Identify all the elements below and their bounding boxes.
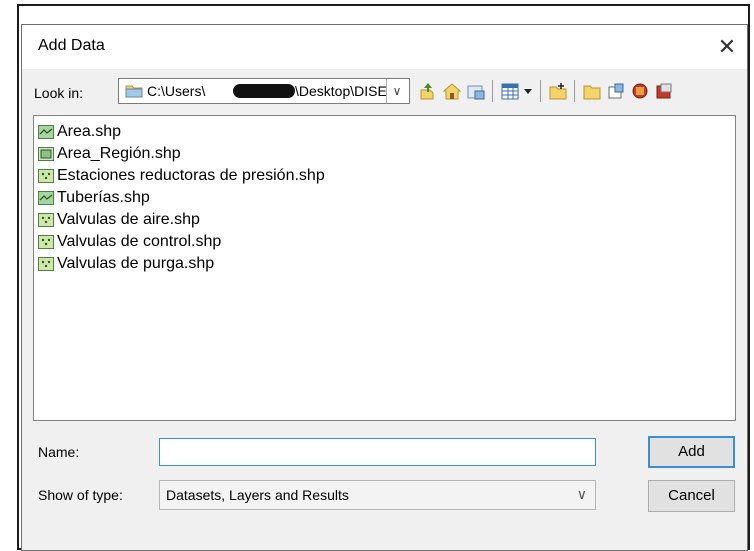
database-icon[interactable]: [606, 81, 626, 101]
redacted-username: [233, 84, 295, 98]
toolbar-separator: [574, 80, 575, 102]
point-shapefile-icon: [38, 213, 54, 227]
look-in-label: Look in:: [34, 85, 84, 101]
go-home-icon[interactable]: [442, 81, 462, 101]
toolbox-icon[interactable]: [630, 81, 650, 101]
chevron-down-icon[interactable]: ∨: [577, 486, 587, 503]
close-icon[interactable]: ✕: [709, 29, 745, 65]
toolbar-separator: [540, 80, 541, 102]
view-menu-icon[interactable]: [500, 81, 520, 101]
file-name: Valvulas de purga.shp: [57, 255, 215, 272]
point-shapefile-icon: [38, 235, 54, 249]
add-button[interactable]: Add: [648, 436, 735, 468]
connect-folder-icon[interactable]: [466, 81, 486, 101]
chevron-down-icon[interactable]: [522, 81, 534, 101]
dialog-title: Add Data: [38, 37, 105, 54]
file-name: Valvulas de aire.shp: [57, 211, 200, 228]
look-in-combo[interactable]: C:\Users\ \Desktop\DISE ∨: [118, 78, 410, 104]
folder-icon[interactable]: [582, 81, 602, 101]
add-data-dialog: Add Data ✕ Look in: C:\Users\ \Desktop\D…: [21, 24, 748, 551]
toolbar-separator: [492, 80, 493, 102]
file-name: Area_Región.shp: [57, 145, 181, 162]
file-name: Estaciones reductoras de presión.shp: [57, 167, 325, 184]
show-of-type-select[interactable]: Datasets, Layers and Results ∨: [159, 480, 596, 510]
polyline-shapefile-icon: [38, 125, 54, 139]
path-prefix: C:\Users\: [147, 83, 206, 99]
file-name: Tuberías.shp: [57, 189, 150, 206]
name-field[interactable]: [159, 438, 596, 466]
file-list[interactable]: Area.shp Area_Región.shp Estaciones redu…: [33, 115, 736, 421]
point-shapefile-icon: [38, 257, 54, 271]
name-label: Name:: [38, 444, 80, 460]
path-suffix: \Desktop\DISE: [295, 83, 387, 99]
folder-icon: [125, 85, 143, 98]
file-name: Area.shp: [57, 123, 122, 140]
show-of-type-value: Datasets, Layers and Results: [166, 487, 349, 503]
up-one-level-icon[interactable]: [418, 81, 438, 101]
title-bar: Add Data ✕: [22, 25, 747, 69]
point-shapefile-icon: [38, 169, 54, 183]
polygon-shapefile-icon: [38, 147, 54, 161]
new-folder-icon[interactable]: [548, 81, 568, 101]
catalog-icon[interactable]: [654, 81, 674, 101]
file-name: Valvulas de control.shp: [57, 233, 222, 250]
cancel-button[interactable]: Cancel: [648, 480, 735, 512]
polyline-shapefile-icon: [38, 191, 54, 205]
chevron-down-icon[interactable]: ∨: [386, 79, 407, 103]
show-of-type-label: Show of type:: [38, 487, 123, 503]
